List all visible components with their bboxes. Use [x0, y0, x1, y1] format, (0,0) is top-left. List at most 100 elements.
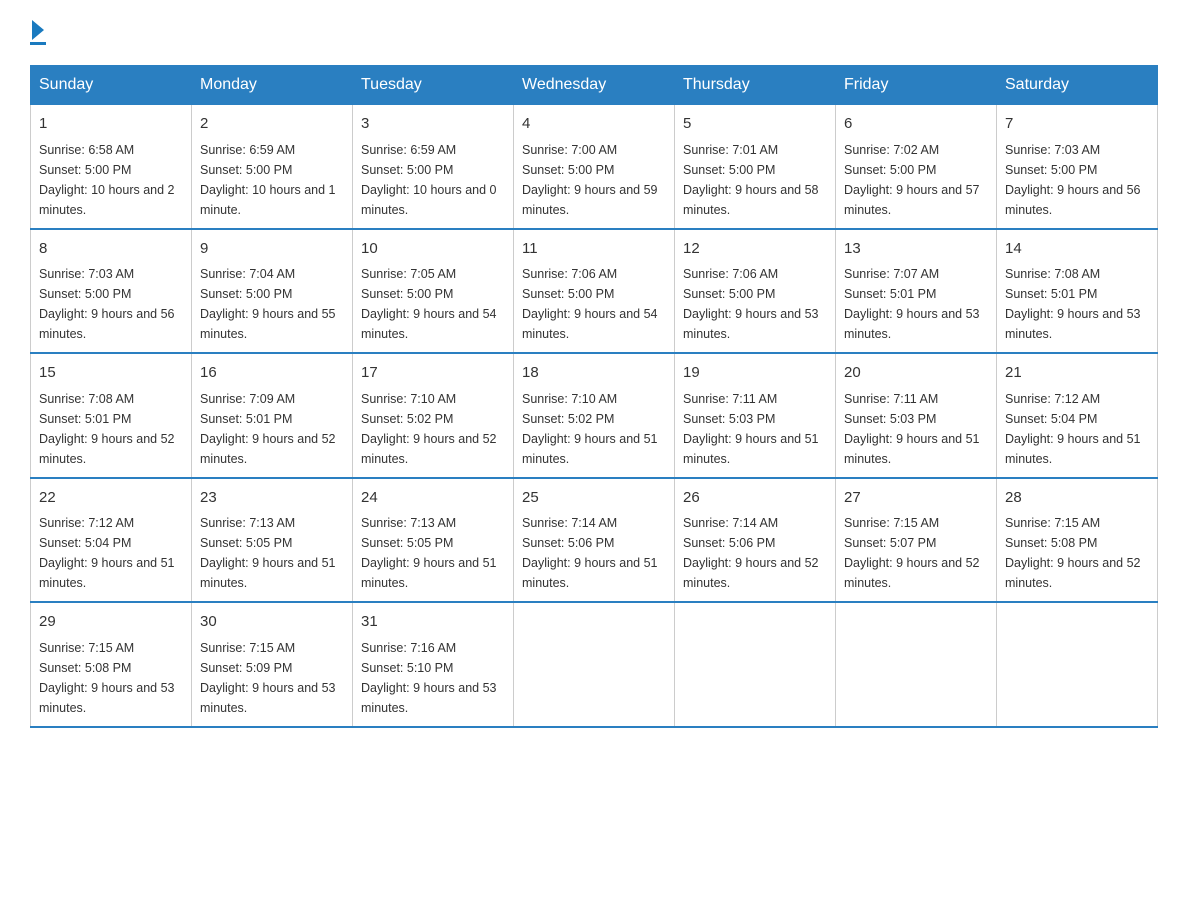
- day-number: 26: [683, 487, 827, 510]
- calendar-cell: 27 Sunrise: 7:15 AMSunset: 5:07 PMDayligh…: [836, 478, 997, 603]
- day-info: Sunrise: 7:02 AMSunset: 5:00 PMDaylight:…: [844, 140, 988, 220]
- calendar-week-row: 1 Sunrise: 6:58 AMSunset: 5:00 PMDaylight…: [31, 105, 1158, 229]
- day-number: 20: [844, 362, 988, 385]
- day-number: 18: [522, 362, 666, 385]
- calendar-cell: 18 Sunrise: 7:10 AMSunset: 5:02 PMDayligh…: [514, 353, 675, 478]
- day-info: Sunrise: 7:13 AMSunset: 5:05 PMDaylight:…: [361, 513, 505, 593]
- day-number: 29: [39, 611, 183, 634]
- day-number: 6: [844, 113, 988, 136]
- header-wednesday: Wednesday: [514, 66, 675, 105]
- day-info: Sunrise: 7:16 AMSunset: 5:10 PMDaylight:…: [361, 638, 505, 718]
- calendar-cell: 15 Sunrise: 7:08 AMSunset: 5:01 PMDayligh…: [31, 353, 192, 478]
- day-number: 4: [522, 113, 666, 136]
- calendar-cell: 6 Sunrise: 7:02 AMSunset: 5:00 PMDaylight…: [836, 105, 997, 229]
- calendar-cell: 11 Sunrise: 7:06 AMSunset: 5:00 PMDayligh…: [514, 229, 675, 354]
- day-info: Sunrise: 7:10 AMSunset: 5:02 PMDaylight:…: [522, 389, 666, 469]
- calendar-week-row: 15 Sunrise: 7:08 AMSunset: 5:01 PMDayligh…: [31, 353, 1158, 478]
- calendar-cell: 21 Sunrise: 7:12 AMSunset: 5:04 PMDayligh…: [997, 353, 1158, 478]
- header-friday: Friday: [836, 66, 997, 105]
- day-info: Sunrise: 7:08 AMSunset: 5:01 PMDaylight:…: [39, 389, 183, 469]
- calendar-cell: [514, 602, 675, 727]
- day-info: Sunrise: 7:01 AMSunset: 5:00 PMDaylight:…: [683, 140, 827, 220]
- logo: [30, 20, 46, 45]
- logo-arrow-icon: [32, 20, 44, 40]
- day-number: 19: [683, 362, 827, 385]
- calendar-cell: 26 Sunrise: 7:14 AMSunset: 5:06 PMDayligh…: [675, 478, 836, 603]
- calendar-cell: 30Sunrise: 7:15 AMSunset: 5:09 PMDayligh…: [192, 602, 353, 727]
- day-info: Sunrise: 7:12 AMSunset: 5:04 PMDaylight:…: [1005, 389, 1149, 469]
- day-number: 17: [361, 362, 505, 385]
- day-info: Sunrise: 7:14 AMSunset: 5:06 PMDaylight:…: [683, 513, 827, 593]
- calendar-cell: 17 Sunrise: 7:10 AMSunset: 5:02 PMDayligh…: [353, 353, 514, 478]
- day-number: 9: [200, 238, 344, 261]
- day-info: Sunrise: 7:04 AMSunset: 5:00 PMDaylight:…: [200, 264, 344, 344]
- day-info: Sunrise: 7:09 AMSunset: 5:01 PMDaylight:…: [200, 389, 344, 469]
- calendar-cell: 28 Sunrise: 7:15 AMSunset: 5:08 PMDayligh…: [997, 478, 1158, 603]
- calendar-cell: [675, 602, 836, 727]
- day-info: Sunrise: 7:08 AMSunset: 5:01 PMDaylight:…: [1005, 264, 1149, 344]
- day-number: 15: [39, 362, 183, 385]
- calendar-cell: 31 Sunrise: 7:16 AMSunset: 5:10 PMDayligh…: [353, 602, 514, 727]
- day-info: Sunrise: 7:13 AMSunset: 5:05 PMDaylight:…: [200, 513, 344, 593]
- day-info: Sunrise: 7:00 AMSunset: 5:00 PMDaylight:…: [522, 140, 666, 220]
- day-info: Sunrise: 7:11 AMSunset: 5:03 PMDaylight:…: [844, 389, 988, 469]
- calendar-week-row: 29 Sunrise: 7:15 AMSunset: 5:08 PMDayligh…: [31, 602, 1158, 727]
- calendar-cell: 2 Sunrise: 6:59 AMSunset: 5:00 PMDaylight…: [192, 105, 353, 229]
- day-info: Sunrise: 7:15 AMSunset: 5:07 PMDaylight:…: [844, 513, 988, 593]
- day-info: Sunrise: 7:06 AMSunset: 5:00 PMDaylight:…: [683, 264, 827, 344]
- calendar-cell: 20 Sunrise: 7:11 AMSunset: 5:03 PMDayligh…: [836, 353, 997, 478]
- calendar-cell: 13 Sunrise: 7:07 AMSunset: 5:01 PMDayligh…: [836, 229, 997, 354]
- day-info: Sunrise: 6:59 AMSunset: 5:00 PMDaylight:…: [361, 140, 505, 220]
- day-info: Sunrise: 6:59 AMSunset: 5:00 PMDaylight:…: [200, 140, 344, 220]
- calendar-week-row: 8 Sunrise: 7:03 AMSunset: 5:00 PMDaylight…: [31, 229, 1158, 354]
- header-thursday: Thursday: [675, 66, 836, 105]
- calendar-cell: 5Sunrise: 7:01 AMSunset: 5:00 PMDaylight…: [675, 105, 836, 229]
- calendar-cell: 1 Sunrise: 6:58 AMSunset: 5:00 PMDaylight…: [31, 105, 192, 229]
- day-number: 25: [522, 487, 666, 510]
- header-sunday: Sunday: [31, 66, 192, 105]
- day-number: 31: [361, 611, 505, 634]
- day-number: 12: [683, 238, 827, 261]
- day-info: Sunrise: 7:05 AMSunset: 5:00 PMDaylight:…: [361, 264, 505, 344]
- day-info: Sunrise: 7:07 AMSunset: 5:01 PMDaylight:…: [844, 264, 988, 344]
- day-number: 2: [200, 113, 344, 136]
- day-number: 16: [200, 362, 344, 385]
- day-info: Sunrise: 7:15 AMSunset: 5:09 PMDaylight:…: [200, 638, 344, 718]
- day-info: Sunrise: 7:15 AMSunset: 5:08 PMDaylight:…: [39, 638, 183, 718]
- calendar-cell: 24Sunrise: 7:13 AMSunset: 5:05 PMDayligh…: [353, 478, 514, 603]
- day-info: Sunrise: 7:06 AMSunset: 5:00 PMDaylight:…: [522, 264, 666, 344]
- day-info: Sunrise: 6:58 AMSunset: 5:00 PMDaylight:…: [39, 140, 183, 220]
- logo-underline: [30, 42, 46, 45]
- day-info: Sunrise: 7:15 AMSunset: 5:08 PMDaylight:…: [1005, 513, 1149, 593]
- calendar-cell: 4 Sunrise: 7:00 AMSunset: 5:00 PMDaylight…: [514, 105, 675, 229]
- day-number: 13: [844, 238, 988, 261]
- calendar-cell: 8 Sunrise: 7:03 AMSunset: 5:00 PMDaylight…: [31, 229, 192, 354]
- day-number: 3: [361, 113, 505, 136]
- day-info: Sunrise: 7:10 AMSunset: 5:02 PMDaylight:…: [361, 389, 505, 469]
- day-info: Sunrise: 7:03 AMSunset: 5:00 PMDaylight:…: [1005, 140, 1149, 220]
- day-number: 11: [522, 238, 666, 261]
- day-info: Sunrise: 7:11 AMSunset: 5:03 PMDaylight:…: [683, 389, 827, 469]
- day-info: Sunrise: 7:14 AMSunset: 5:06 PMDaylight:…: [522, 513, 666, 593]
- calendar-cell: [997, 602, 1158, 727]
- day-number: 22: [39, 487, 183, 510]
- calendar-cell: 7Sunrise: 7:03 AMSunset: 5:00 PMDaylight…: [997, 105, 1158, 229]
- calendar-cell: 16 Sunrise: 7:09 AMSunset: 5:01 PMDayligh…: [192, 353, 353, 478]
- day-number: 28: [1005, 487, 1149, 510]
- day-info: Sunrise: 7:03 AMSunset: 5:00 PMDaylight:…: [39, 264, 183, 344]
- day-number: 1: [39, 113, 183, 136]
- day-number: 8: [39, 238, 183, 261]
- day-number: 21: [1005, 362, 1149, 385]
- calendar-cell: 23 Sunrise: 7:13 AMSunset: 5:05 PMDayligh…: [192, 478, 353, 603]
- calendar-table: SundayMondayTuesdayWednesdayThursdayFrid…: [30, 65, 1158, 728]
- calendar-cell: 22 Sunrise: 7:12 AMSunset: 5:04 PMDayligh…: [31, 478, 192, 603]
- day-info: Sunrise: 7:12 AMSunset: 5:04 PMDaylight:…: [39, 513, 183, 593]
- day-number: 10: [361, 238, 505, 261]
- day-number: 27: [844, 487, 988, 510]
- calendar-cell: 3 Sunrise: 6:59 AMSunset: 5:00 PMDaylight…: [353, 105, 514, 229]
- calendar-week-row: 22 Sunrise: 7:12 AMSunset: 5:04 PMDayligh…: [31, 478, 1158, 603]
- day-number: 23: [200, 487, 344, 510]
- calendar-header-row: SundayMondayTuesdayWednesdayThursdayFrid…: [31, 66, 1158, 105]
- header-saturday: Saturday: [997, 66, 1158, 105]
- calendar-cell: 19 Sunrise: 7:11 AMSunset: 5:03 PMDayligh…: [675, 353, 836, 478]
